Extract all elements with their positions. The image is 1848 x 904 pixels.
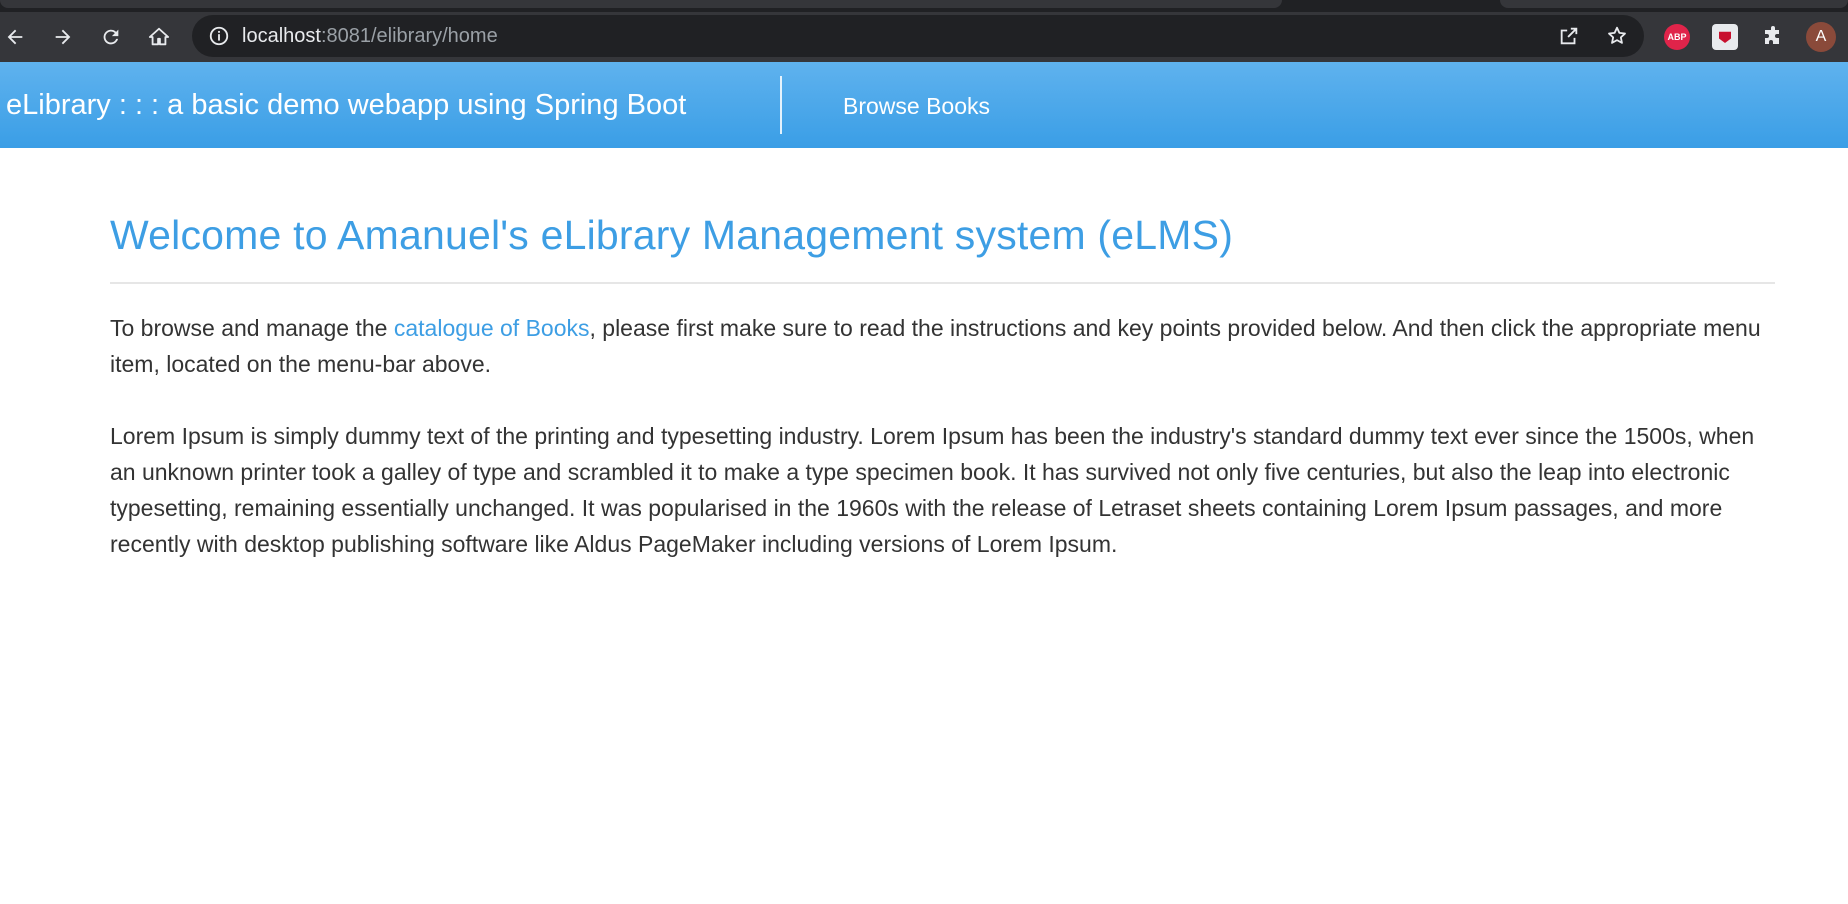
url-path: :8081/elibrary/home [320, 25, 498, 47]
forward-button[interactable] [48, 22, 78, 52]
intro-text-before: To browse and manage the [110, 315, 394, 341]
navbar-brand[interactable]: eLibrary : : : a basic demo webapp using… [6, 88, 686, 122]
main-content: Welcome to Amanuel's eLibrary Management… [110, 148, 1775, 562]
mcafee-extension-icon[interactable] [1712, 24, 1738, 50]
heading-divider [110, 282, 1775, 284]
address-bar[interactable]: localhost:8081/elibrary/home [192, 15, 1644, 57]
lorem-paragraph: Lorem Ipsum is simply dummy text of the … [110, 423, 1755, 557]
puzzle-icon [1765, 26, 1779, 44]
url-text[interactable]: localhost:8081/elibrary/home [242, 25, 498, 47]
profile-avatar[interactable]: A [1806, 22, 1836, 52]
home-icon [148, 27, 170, 46]
reload-icon [103, 29, 119, 45]
arrow-left-icon [7, 29, 23, 45]
home-button[interactable] [144, 22, 174, 52]
arrow-right-icon [55, 29, 71, 45]
browser-tab[interactable] [1500, 0, 1848, 8]
catalogue-link[interactable]: catalogue of Books [394, 315, 590, 341]
browser-chrome: localhost:8081/elibrary/home ABP A [0, 0, 1848, 62]
star-icon[interactable] [1606, 25, 1628, 47]
info-icon[interactable] [208, 25, 230, 47]
reload-button[interactable] [96, 22, 126, 52]
tab-strip [0, 0, 1848, 12]
adblock-extension-icon[interactable]: ABP [1664, 24, 1690, 50]
back-button[interactable] [0, 22, 30, 52]
browser-toolbar: localhost:8081/elibrary/home ABP A [0, 12, 1848, 62]
url-host: localhost [242, 25, 321, 47]
browse-books-link[interactable]: Browse Books [843, 92, 990, 120]
navbar-divider [780, 76, 782, 134]
intro-paragraph: To browse and manage the catalogue of Bo… [110, 310, 1775, 382]
share-icon[interactable] [1558, 25, 1580, 47]
app-navbar: eLibrary : : : a basic demo webapp using… [0, 62, 1848, 148]
extensions-button[interactable] [1760, 24, 1786, 50]
page-title: Welcome to Amanuel's eLibrary Management… [110, 212, 1234, 258]
browser-tab[interactable] [0, 0, 1282, 8]
shield-icon [1719, 31, 1731, 43]
